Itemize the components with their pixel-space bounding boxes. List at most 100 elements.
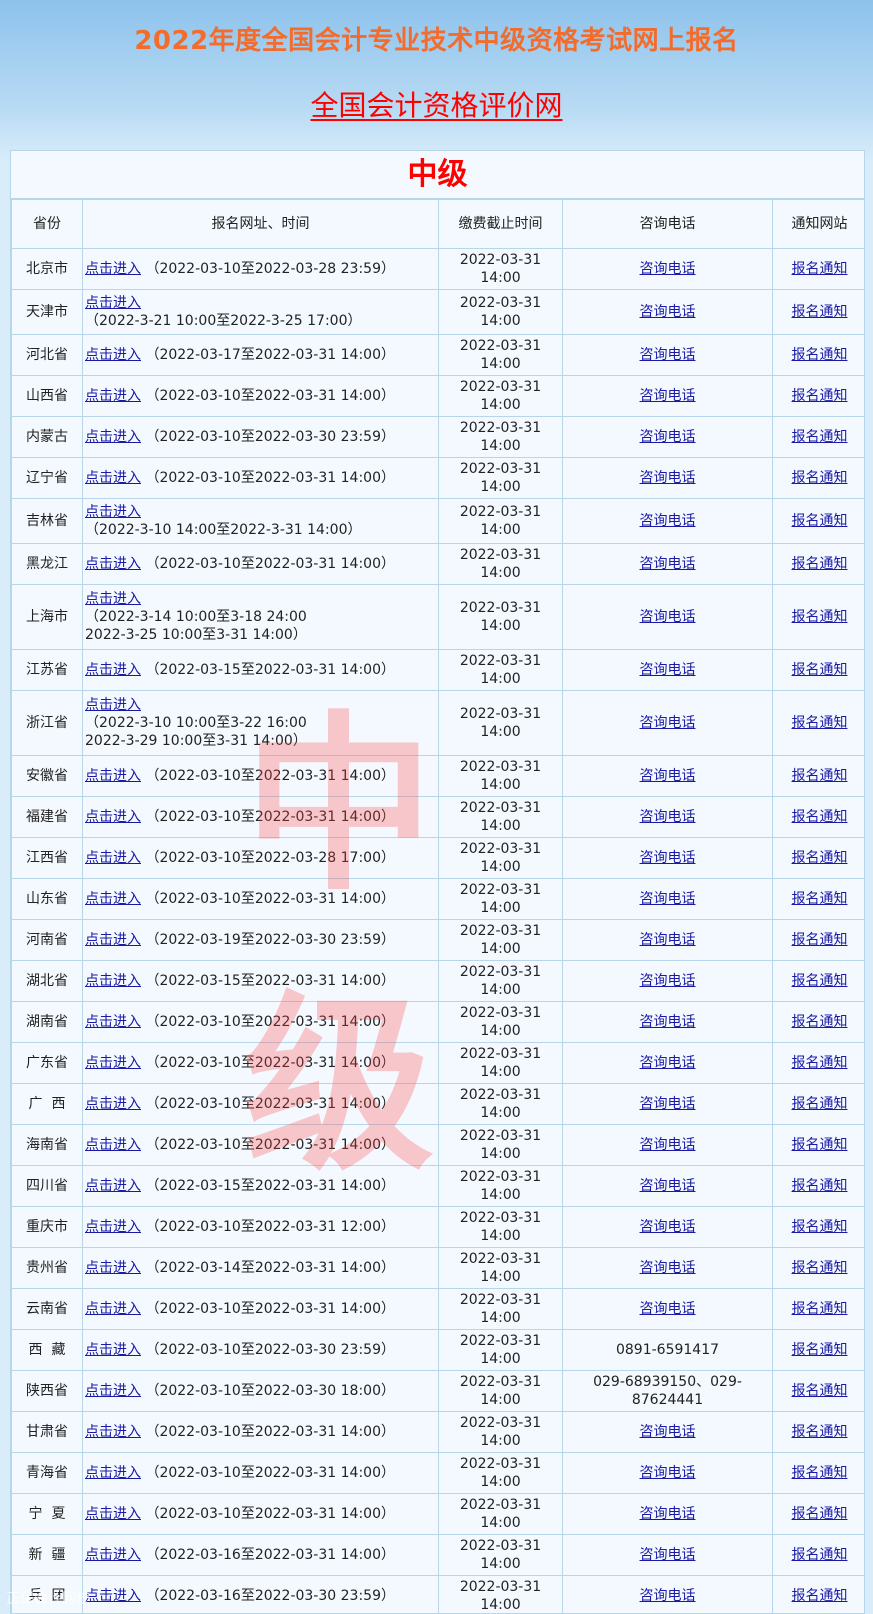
enter-link[interactable]: 点击进入 (85, 261, 141, 277)
notice-link[interactable]: 报名通知 (792, 388, 848, 404)
phone-link[interactable]: 咨询电话 (640, 1588, 696, 1604)
site-link[interactable]: 全国会计资格评价网 (0, 84, 873, 124)
notice-link[interactable]: 报名通知 (792, 1383, 848, 1399)
notice-link[interactable]: 报名通知 (792, 891, 848, 907)
phone-link[interactable]: 咨询电话 (640, 1506, 696, 1522)
enter-link[interactable]: 点击进入 (85, 1219, 141, 1235)
enter-link[interactable]: 点击进入 (85, 1383, 141, 1399)
enter-link[interactable]: 点击进入 (85, 1137, 141, 1153)
enter-link[interactable]: 点击进入 (85, 850, 141, 866)
enter-link[interactable]: 点击进入 (85, 973, 141, 989)
enter-link[interactable]: 点击进入 (85, 1588, 141, 1604)
enter-link[interactable]: 点击进入 (85, 429, 141, 445)
enter-link[interactable]: 点击进入 (85, 556, 141, 572)
phone-link[interactable]: 咨询电话 (640, 609, 696, 625)
enter-link[interactable]: 点击进入 (85, 891, 141, 907)
notice-link[interactable]: 报名通知 (792, 1096, 848, 1112)
site-cell: 点击进入 （2022-03-14至2022-03-31 14:00） (82, 1247, 439, 1289)
notice-link[interactable]: 报名通知 (792, 1424, 848, 1440)
phone-link[interactable]: 咨询电话 (640, 513, 696, 529)
notice-link[interactable]: 报名通知 (792, 715, 848, 731)
phone-link[interactable]: 咨询电话 (640, 1096, 696, 1112)
notice-link[interactable]: 报名通知 (792, 1260, 848, 1276)
phone-link[interactable]: 咨询电话 (640, 809, 696, 825)
notice-link[interactable]: 报名通知 (792, 609, 848, 625)
phone-link[interactable]: 咨询电话 (640, 1547, 696, 1563)
phone-link[interactable]: 咨询电话 (640, 304, 696, 320)
notice-link[interactable]: 报名通知 (792, 1342, 848, 1358)
header-deadline: 缴费截止时间 (438, 199, 563, 249)
phone-link[interactable]: 咨询电话 (640, 347, 696, 363)
phone-link[interactable]: 咨询电话 (640, 261, 696, 277)
enter-link[interactable]: 点击进入 (85, 504, 141, 520)
phone-link[interactable]: 咨询电话 (640, 1219, 696, 1235)
notice-link[interactable]: 报名通知 (792, 347, 848, 363)
phone-link[interactable]: 咨询电话 (640, 715, 696, 731)
notice-link[interactable]: 报名通知 (792, 973, 848, 989)
notice-link[interactable]: 报名通知 (792, 1014, 848, 1030)
notice-link[interactable]: 报名通知 (792, 850, 848, 866)
phone-link[interactable]: 咨询电话 (640, 429, 696, 445)
notice-link[interactable]: 报名通知 (792, 1219, 848, 1235)
phone-link[interactable]: 咨询电话 (640, 662, 696, 678)
phone-link[interactable]: 咨询电话 (640, 891, 696, 907)
notice-link[interactable]: 报名通知 (792, 1301, 848, 1317)
phone-link[interactable]: 咨询电话 (640, 1465, 696, 1481)
enter-link[interactable]: 点击进入 (85, 347, 141, 363)
notice-link[interactable]: 报名通知 (792, 304, 848, 320)
notice-link[interactable]: 报名通知 (792, 662, 848, 678)
table-row: 甘肃省 点击进入 （2022-03-10至2022-03-31 14:00） 202… (11, 1411, 864, 1453)
notice-link[interactable]: 报名通知 (792, 1178, 848, 1194)
notice-link[interactable]: 报名通知 (792, 261, 848, 277)
enter-link[interactable]: 点击进入 (85, 1178, 141, 1194)
enter-link[interactable]: 点击进入 (85, 1301, 141, 1317)
phone-link[interactable]: 咨询电话 (640, 1137, 696, 1153)
enter-link[interactable]: 点击进入 (85, 1055, 141, 1071)
notice-link[interactable]: 报名通知 (792, 809, 848, 825)
phone-link[interactable]: 咨询电话 (640, 850, 696, 866)
phone-link[interactable]: 咨询电话 (640, 932, 696, 948)
table-row: 湖北省 点击进入 （2022-03-15至2022-03-31 14:00） 202… (11, 960, 864, 1002)
notice-link[interactable]: 报名通知 (792, 429, 848, 445)
notice-link[interactable]: 报名通知 (792, 1465, 848, 1481)
phone-link[interactable]: 咨询电话 (640, 1424, 696, 1440)
phone-link[interactable]: 咨询电话 (640, 1301, 696, 1317)
enter-link[interactable]: 点击进入 (85, 1342, 141, 1358)
notice-link[interactable]: 报名通知 (792, 768, 848, 784)
enter-link[interactable]: 点击进入 (85, 591, 141, 607)
notice-link[interactable]: 报名通知 (792, 1055, 848, 1071)
phone-link[interactable]: 咨询电话 (640, 1260, 696, 1276)
enter-link[interactable]: 点击进入 (85, 697, 141, 713)
phone-link[interactable]: 咨询电话 (640, 973, 696, 989)
enter-link[interactable]: 点击进入 (85, 295, 141, 311)
payment-deadline: 2022-03-31 14:00 (438, 755, 563, 797)
phone-link[interactable]: 咨询电话 (640, 556, 696, 572)
phone-link[interactable]: 咨询电话 (640, 1055, 696, 1071)
phone-link[interactable]: 咨询电话 (640, 768, 696, 784)
enter-link[interactable]: 点击进入 (85, 470, 141, 486)
enter-link[interactable]: 点击进入 (85, 1547, 141, 1563)
enter-link[interactable]: 点击进入 (85, 1424, 141, 1440)
notice-link[interactable]: 报名通知 (792, 1588, 848, 1604)
enter-link[interactable]: 点击进入 (85, 809, 141, 825)
enter-link[interactable]: 点击进入 (85, 768, 141, 784)
notice-link[interactable]: 报名通知 (792, 1506, 848, 1522)
enter-link[interactable]: 点击进入 (85, 1506, 141, 1522)
notice-link[interactable]: 报名通知 (792, 470, 848, 486)
phone-link[interactable]: 咨询电话 (640, 388, 696, 404)
notice-link[interactable]: 报名通知 (792, 556, 848, 572)
enter-link[interactable]: 点击进入 (85, 1260, 141, 1276)
enter-link[interactable]: 点击进入 (85, 1014, 141, 1030)
enter-link[interactable]: 点击进入 (85, 388, 141, 404)
notice-link[interactable]: 报名通知 (792, 1137, 848, 1153)
phone-link[interactable]: 咨询电话 (640, 1178, 696, 1194)
enter-link[interactable]: 点击进入 (85, 1465, 141, 1481)
phone-link[interactable]: 咨询电话 (640, 470, 696, 486)
notice-link[interactable]: 报名通知 (792, 932, 848, 948)
notice-link[interactable]: 报名通知 (792, 513, 848, 529)
enter-link[interactable]: 点击进入 (85, 662, 141, 678)
phone-link[interactable]: 咨询电话 (640, 1014, 696, 1030)
enter-link[interactable]: 点击进入 (85, 1096, 141, 1112)
notice-link[interactable]: 报名通知 (792, 1547, 848, 1563)
enter-link[interactable]: 点击进入 (85, 932, 141, 948)
